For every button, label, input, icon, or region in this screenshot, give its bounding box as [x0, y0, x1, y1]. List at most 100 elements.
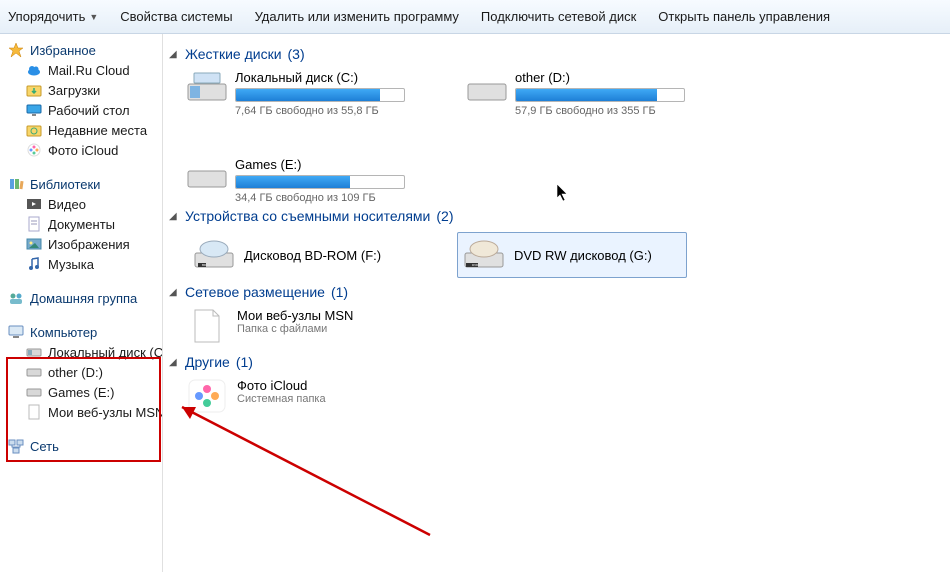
sidebar-item-label: Games (E:) [48, 385, 114, 400]
sidebar-favorites[interactable]: Избранное [8, 40, 162, 60]
map-network-drive-button[interactable]: Подключить сетевой диск [481, 9, 636, 24]
sidebar-item-mailru[interactable]: Mail.Ru Cloud [8, 60, 162, 80]
computer-icon [8, 324, 24, 340]
main: Избранное Mail.Ru Cloud Загрузки Рабочий… [0, 34, 950, 572]
sidebar-item-msn[interactable]: Мои веб-узлы MSN [8, 402, 162, 422]
desktop-icon [26, 102, 42, 118]
organize-menu[interactable]: Упорядочить ▼ [8, 9, 98, 24]
item-subtitle: Системная папка [237, 393, 326, 405]
sidebar-libraries[interactable]: Библиотеки [8, 174, 162, 194]
star-icon [8, 42, 24, 58]
collapse-icon: ◢ [169, 211, 179, 222]
section-title: Жесткие диски [185, 46, 282, 62]
drive-name: other (D:) [515, 70, 685, 85]
sidebar-item-desktop[interactable]: Рабочий стол [8, 100, 162, 120]
drive-usage-bar [235, 175, 405, 189]
organize-label: Упорядочить [8, 9, 85, 24]
drive-free-space: 7,64 ГБ свободно из 55,8 ГБ [235, 105, 405, 117]
item-subtitle: Папка с файлами [237, 323, 353, 335]
open-control-panel-button[interactable]: Открыть панель управления [658, 9, 830, 24]
file-icon [187, 308, 227, 344]
document-icon [26, 216, 42, 232]
optical-drive-icon: BD [194, 237, 234, 273]
sidebar-head-label: Компьютер [30, 325, 97, 340]
photo-icon [26, 142, 42, 158]
hdd-icon [467, 70, 507, 106]
network-icon [8, 438, 24, 454]
homegroup-icon [8, 290, 24, 306]
sidebar-computer[interactable]: Компьютер [8, 322, 162, 342]
drive-icon [26, 344, 42, 360]
sidebar-item-label: Mail.Ru Cloud [48, 63, 130, 78]
sidebar-head-label: Избранное [30, 43, 96, 58]
drive-name: Локальный диск (C:) [235, 70, 405, 85]
optical-drive-icon: DVD [464, 237, 504, 273]
item-name: Фото iCloud [237, 378, 326, 393]
sidebar-item-label: Документы [48, 217, 115, 232]
item-name: Мои веб-узлы MSN [237, 308, 353, 323]
drive-usage-bar [235, 88, 405, 102]
chevron-down-icon: ▼ [89, 12, 98, 22]
drive-icon [26, 384, 42, 400]
section-title: Сетевое размещение [185, 284, 325, 300]
section-count: (1) [236, 354, 253, 370]
drive-name: Games (E:) [235, 157, 405, 172]
drive-name: DVD RW дисковод (G:) [514, 248, 652, 263]
drive-c[interactable]: Локальный диск (C:) 7,64 ГБ свободно из … [187, 70, 427, 117]
sidebar-item-drive-c[interactable]: Локальный диск (C:) [8, 342, 162, 362]
sidebar-head-label: Библиотеки [30, 177, 100, 192]
section-count: (3) [288, 46, 305, 62]
sidebar-item-label: Рабочий стол [48, 103, 130, 118]
sidebar-item-label: Музыка [48, 257, 94, 272]
sidebar-item-label: Локальный диск (C:) [48, 345, 162, 360]
sidebar-item-downloads[interactable]: Загрузки [8, 80, 162, 100]
video-icon [26, 196, 42, 212]
sidebar-item-music[interactable]: Музыка [8, 254, 162, 274]
toolbar: Упорядочить ▼ Свойства системы Удалить и… [0, 0, 950, 34]
sidebar-item-videos[interactable]: Видео [8, 194, 162, 214]
drive-usage-bar [515, 88, 685, 102]
sidebar-item-drive-e[interactable]: Games (E:) [8, 382, 162, 402]
sidebar: Избранное Mail.Ru Cloud Загрузки Рабочий… [0, 34, 163, 572]
netloc-msn[interactable]: Мои веб-узлы MSN Папка с файлами [187, 308, 942, 344]
sidebar-item-label: Изображения [48, 237, 130, 252]
cloud-icon [26, 62, 42, 78]
section-count: (1) [331, 284, 348, 300]
collapse-icon: ◢ [169, 357, 179, 368]
section-netloc[interactable]: ◢ Сетевое размещение (1) [169, 284, 942, 300]
other-icloud-photos[interactable]: Фото iCloud Системная папка [187, 378, 942, 414]
hdd-icon [187, 157, 227, 193]
sidebar-item-icloud-photos[interactable]: Фото iCloud [8, 140, 162, 160]
sidebar-network[interactable]: Сеть [8, 436, 162, 456]
section-removable[interactable]: ◢ Устройства со съемными носителями (2) [169, 208, 942, 224]
sidebar-item-label: Видео [48, 197, 86, 212]
sidebar-item-pictures[interactable]: Изображения [8, 234, 162, 254]
sidebar-item-drive-d[interactable]: other (D:) [8, 362, 162, 382]
downloads-icon [26, 82, 42, 98]
drive-e[interactable]: Games (E:) 34,4 ГБ свободно из 109 ГБ [187, 157, 427, 204]
music-icon [26, 256, 42, 272]
photos-app-icon [187, 378, 227, 414]
section-other[interactable]: ◢ Другие (1) [169, 354, 942, 370]
collapse-icon: ◢ [169, 287, 179, 298]
sidebar-head-label: Домашняя группа [30, 291, 137, 306]
drive-icon [26, 364, 42, 380]
drive-d[interactable]: other (D:) 57,9 ГБ свободно из 355 ГБ [467, 70, 707, 117]
sidebar-homegroup[interactable]: Домашняя группа [8, 288, 162, 308]
sidebar-item-label: other (D:) [48, 365, 103, 380]
recent-icon [26, 122, 42, 138]
bd-rom-drive[interactable]: BD Дисковод BD-ROM (F:) [187, 232, 417, 278]
libraries-icon [8, 176, 24, 192]
dvd-rw-drive[interactable]: DVD DVD RW дисковод (G:) [457, 232, 687, 278]
drive-free-space: 34,4 ГБ свободно из 109 ГБ [235, 192, 405, 204]
sidebar-item-label: Недавние места [48, 123, 147, 138]
system-properties-button[interactable]: Свойства системы [120, 9, 232, 24]
section-count: (2) [436, 208, 453, 224]
uninstall-program-button[interactable]: Удалить или изменить программу [255, 9, 459, 24]
section-hdd[interactable]: ◢ Жесткие диски (3) [169, 46, 942, 62]
sidebar-item-label: Мои веб-узлы MSN [48, 405, 162, 420]
sidebar-item-documents[interactable]: Документы [8, 214, 162, 234]
svg-text:DVD: DVD [472, 263, 479, 267]
sidebar-item-label: Загрузки [48, 83, 100, 98]
sidebar-item-recent[interactable]: Недавние места [8, 120, 162, 140]
